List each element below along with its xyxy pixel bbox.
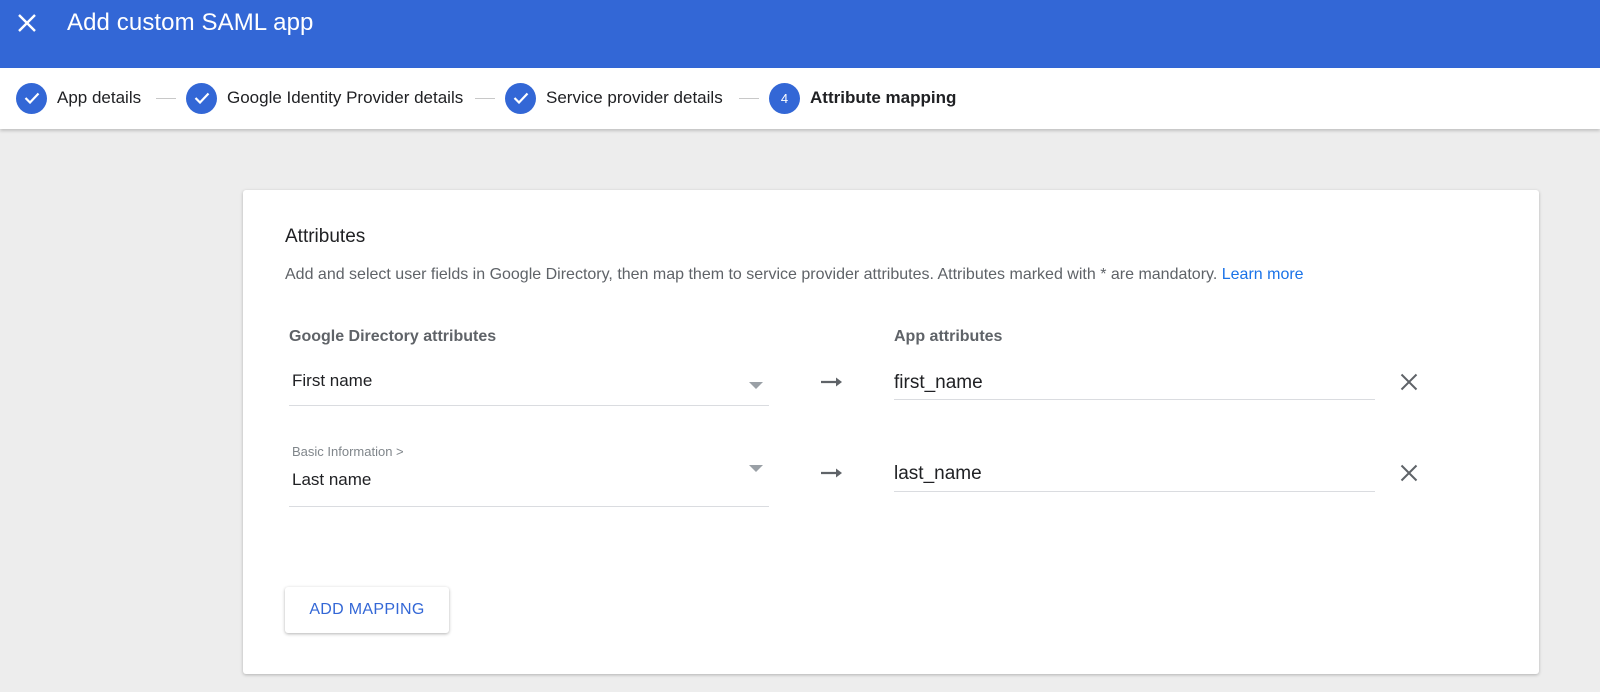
step-connector	[739, 98, 759, 99]
remove-mapping-button[interactable]	[1396, 460, 1422, 486]
arrow-right-icon	[821, 468, 842, 478]
step-connector	[475, 98, 495, 99]
app-attribute-input[interactable]: first_name	[894, 362, 1375, 400]
directory-attribute-select[interactable]: First name	[289, 360, 769, 406]
section-description: Add and select user fields in Google Dir…	[285, 266, 1304, 284]
remove-mapping-button[interactable]	[1396, 369, 1422, 395]
select-category: Basic Information >	[292, 444, 404, 459]
step-complete-circle	[16, 82, 47, 114]
check-icon	[24, 92, 39, 104]
close-icon	[18, 14, 36, 32]
step-label: Attribute mapping	[810, 88, 957, 107]
close-button[interactable]	[12, 8, 42, 38]
step-complete-circle	[186, 82, 217, 114]
stepper: App details Google Identity Provider det…	[0, 68, 1600, 129]
input-value: first_name	[894, 372, 983, 393]
top-app-bar: Add custom SAML app	[0, 0, 1600, 68]
step-label: Service provider details	[546, 88, 723, 107]
select-value: First name	[292, 371, 373, 390]
learn-more-link[interactable]: Learn more	[1222, 266, 1304, 283]
input-value: last_name	[894, 463, 982, 484]
step-complete-circle	[505, 82, 536, 114]
select-value: Last name	[292, 470, 372, 489]
step-number-circle: 4	[769, 82, 800, 114]
add-mapping-button[interactable]: ADD MAPPING	[285, 587, 449, 633]
description-text: Add and select user fields in Google Dir…	[285, 266, 1218, 283]
check-icon	[513, 92, 528, 104]
section-title: Attributes	[285, 226, 366, 247]
step-connector	[156, 98, 176, 99]
step-service-provider-details[interactable]: Service provider details	[505, 82, 723, 114]
page-title: Add custom SAML app	[67, 9, 314, 36]
app-attribute-input[interactable]: last_name	[894, 454, 1375, 492]
close-icon	[1400, 373, 1418, 391]
close-icon	[1400, 464, 1418, 482]
step-label: App details	[57, 88, 142, 107]
dropdown-arrow-icon	[749, 465, 763, 472]
directory-attribute-select[interactable]: Basic Information > Last name	[289, 440, 769, 507]
arrow-right-icon	[821, 377, 842, 387]
attributes-card: Attributes Add and select user fields in…	[243, 190, 1539, 674]
column-header-app: App attributes	[894, 328, 1003, 345]
column-header-directory: Google Directory attributes	[289, 328, 497, 345]
dropdown-arrow-icon	[749, 382, 763, 389]
step-app-details[interactable]: App details	[16, 82, 141, 114]
step-google-idp-details[interactable]: Google Identity Provider details	[186, 82, 465, 114]
check-icon	[194, 92, 209, 104]
step-attribute-mapping[interactable]: 4 Attribute mapping	[769, 82, 956, 114]
step-label: Google Identity Provider details	[227, 88, 464, 107]
